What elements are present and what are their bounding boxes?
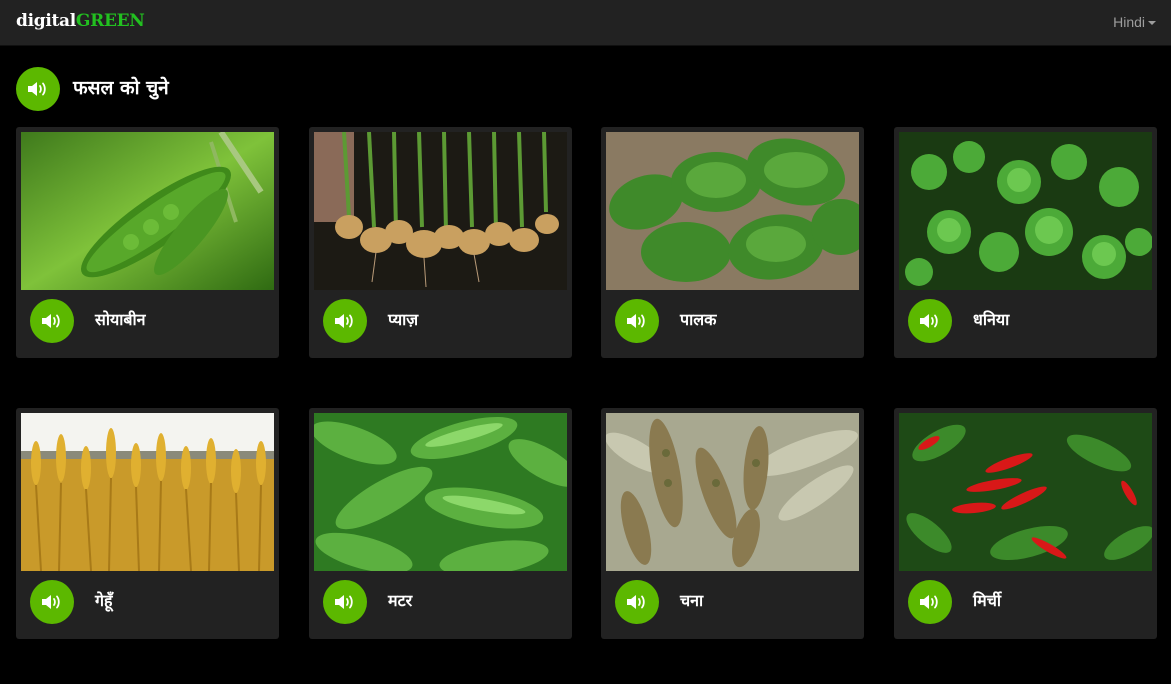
spinach-audio-button[interactable] [615, 299, 659, 343]
page-heading: फसल को चुने [73, 77, 169, 99]
wheat-image[interactable] [21, 413, 274, 571]
crop-label: पालक [680, 310, 717, 329]
coriander-image[interactable] [899, 132, 1152, 290]
brand-part-green: GREEN [75, 11, 145, 31]
speaker-icon [920, 595, 938, 609]
language-label: Hindi [1113, 14, 1145, 30]
crop-label: मिर्ची [973, 591, 1002, 610]
onion-image[interactable] [314, 132, 567, 290]
speaker-icon [28, 82, 46, 96]
brand-part-digital: digital [16, 11, 76, 31]
peas-image[interactable] [314, 413, 567, 571]
crop-label: प्याज़ [388, 310, 419, 329]
speaker-icon [42, 314, 60, 328]
coriander-audio-button[interactable] [908, 299, 952, 343]
language-dropdown[interactable]: Hindi [1113, 14, 1156, 30]
crop-card-wheat[interactable]: गेहूँ [16, 408, 279, 639]
speaker-icon [627, 314, 645, 328]
crop-label: मटर [388, 591, 413, 610]
heading-audio-button[interactable] [16, 67, 60, 111]
speaker-icon [335, 595, 353, 609]
spinach-image[interactable] [606, 132, 859, 290]
speaker-icon [920, 314, 938, 328]
chili-audio-button[interactable] [908, 580, 952, 624]
crop-label: धनिया [973, 310, 1010, 329]
peas-audio-button[interactable] [323, 580, 367, 624]
crop-card-peas[interactable]: मटर [309, 408, 572, 639]
chickpea-audio-button[interactable] [615, 580, 659, 624]
speaker-icon [42, 595, 60, 609]
crop-card-onion[interactable]: प्याज़ [309, 127, 572, 358]
crop-label: चना [680, 591, 704, 610]
crop-card-soybean[interactable]: सोयाबीन [16, 127, 279, 358]
crop-card-coriander[interactable]: धनिया [894, 127, 1157, 358]
crop-card-spinach[interactable]: पालक [601, 127, 864, 358]
speaker-icon [335, 314, 353, 328]
speaker-icon [627, 595, 645, 609]
soybean-audio-button[interactable] [30, 299, 74, 343]
caret-down-icon [1148, 21, 1156, 26]
crop-label: गेहूँ [95, 591, 113, 610]
brand-logo[interactable]: digitalGREEN [16, 11, 145, 31]
chickpea-image[interactable] [606, 413, 859, 571]
crop-label: सोयाबीन [95, 310, 146, 329]
navbar: digitalGREEN Hindi [0, 0, 1171, 46]
crop-card-chili[interactable]: मिर्ची [894, 408, 1157, 639]
chili-image[interactable] [899, 413, 1152, 571]
crop-card-chickpea[interactable]: चना [601, 408, 864, 639]
wheat-audio-button[interactable] [30, 580, 74, 624]
soybean-image[interactable] [21, 132, 274, 290]
onion-audio-button[interactable] [323, 299, 367, 343]
